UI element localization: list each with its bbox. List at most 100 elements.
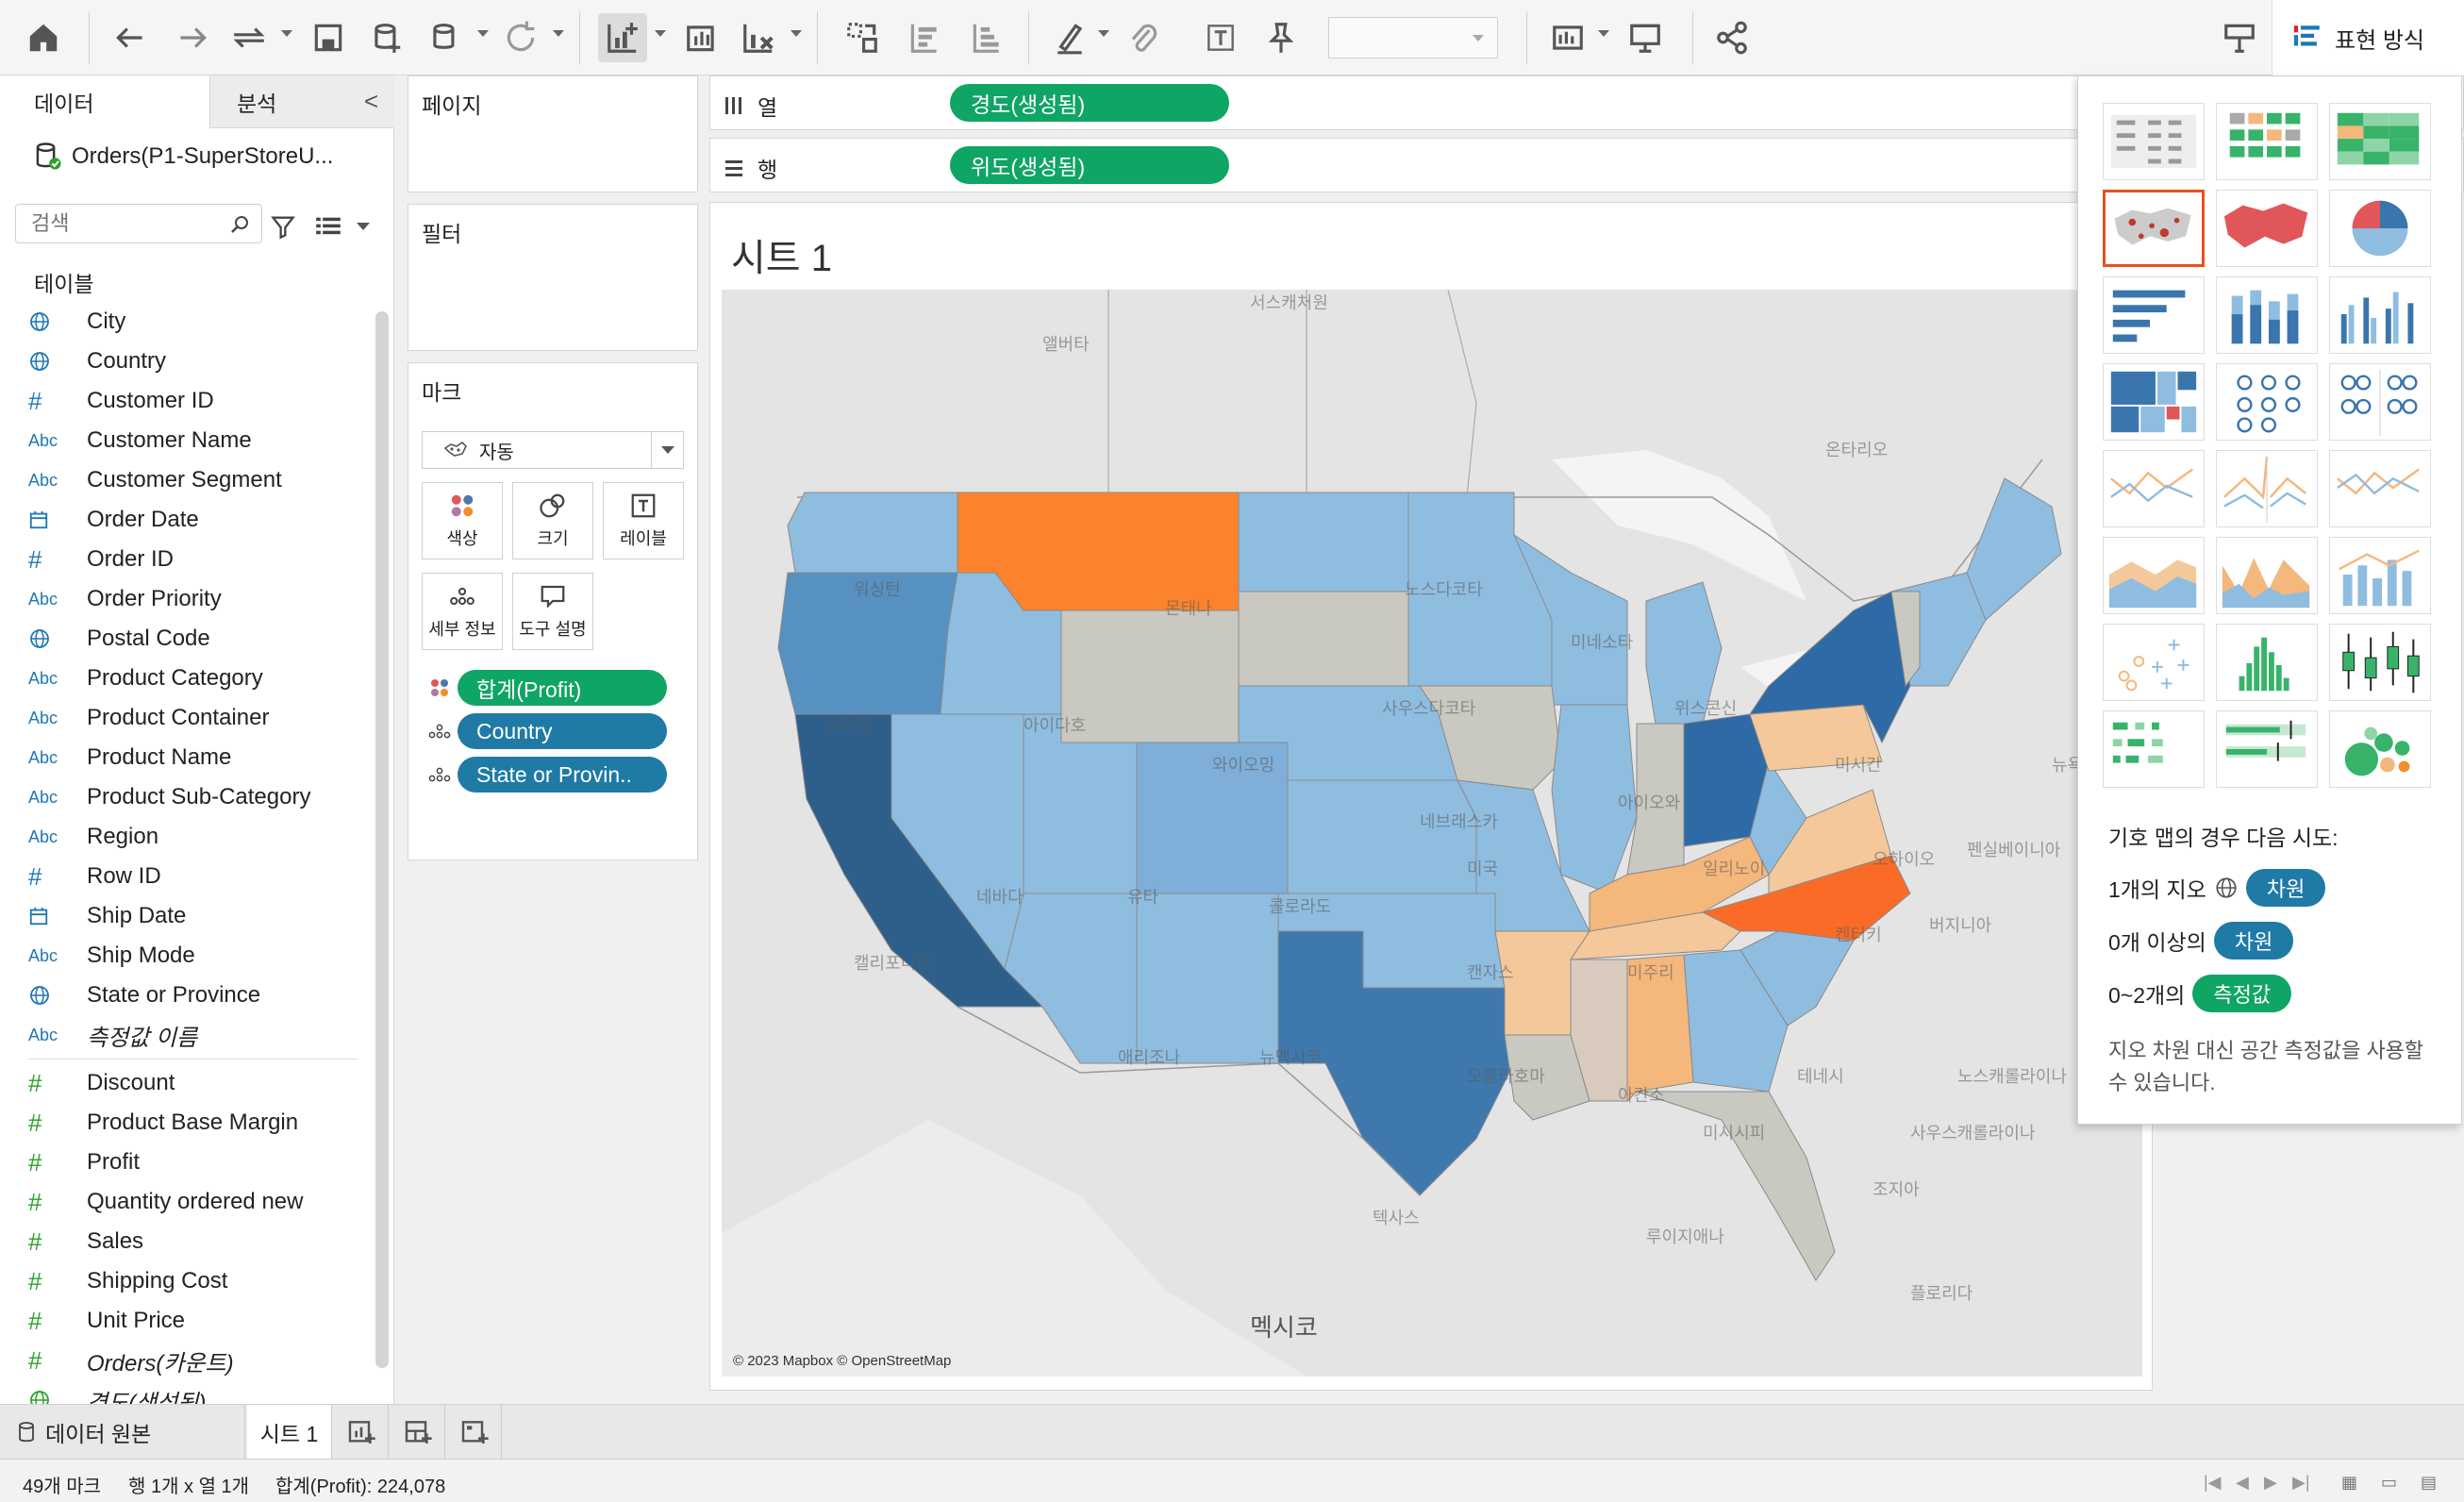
field-item[interactable]: Abc Ship Mode: [28, 936, 358, 976]
field-item[interactable]: Abc Product Container: [28, 698, 358, 738]
tooltip-button[interactable]: 도구 설명: [512, 573, 593, 650]
field-item[interactable]: Abc Order Priority: [28, 579, 358, 619]
field-item[interactable]: Abc Product Category: [28, 659, 358, 698]
chart-type-line-continuous[interactable]: [2216, 450, 2318, 527]
data-pane-scrollbar[interactable]: [375, 311, 389, 1368]
refresh-icon[interactable]: [496, 13, 545, 62]
field-item[interactable]: # Discount: [28, 1063, 358, 1103]
sheet-title[interactable]: 시트 1: [731, 227, 832, 282]
pill-state[interactable]: State or Provin..: [458, 757, 667, 793]
next-sheet-icon[interactable]: ▶: [2264, 1473, 2277, 1493]
label-button[interactable]: 레이블: [603, 482, 684, 559]
sort-ascending-icon[interactable]: [900, 13, 949, 62]
view-dropdown-icon[interactable]: [357, 223, 370, 230]
highlight-icon[interactable]: [1045, 13, 1094, 62]
clear-sheet-icon[interactable]: [734, 13, 783, 62]
last-sheet-icon[interactable]: ▶|: [2292, 1473, 2310, 1493]
tab-data[interactable]: 데이터: [0, 75, 209, 128]
show-cards-icon[interactable]: [1543, 13, 1592, 62]
sheet-sorter-icon[interactable]: ▦: [2341, 1473, 2357, 1493]
detail-button[interactable]: 세부 정보: [422, 573, 503, 650]
chart-type-stacked-bar[interactable]: [2216, 276, 2318, 354]
redo-icon[interactable]: [168, 13, 217, 62]
field-item[interactable]: Abc 측정값 이름: [28, 1015, 358, 1055]
size-button[interactable]: 크기: [512, 482, 593, 559]
search-input[interactable]: [15, 204, 262, 243]
map-view[interactable]: 서스캐처원앨버타퀘벡온타리오워싱턴몬태나노스다코타미네소타오리건아이다호사우스다…: [722, 290, 2142, 1377]
chart-type-pie-chart[interactable]: [2329, 190, 2431, 267]
pill-latitude[interactable]: 위도(생성됨): [950, 146, 1229, 184]
chart-type-highlight-table[interactable]: [2329, 103, 2431, 180]
first-sheet-icon[interactable]: |◀: [2204, 1473, 2222, 1493]
replace-icon[interactable]: [225, 13, 274, 62]
undo-icon[interactable]: [106, 13, 155, 62]
tabs-view-icon[interactable]: ▤: [2421, 1473, 2437, 1493]
field-item[interactable]: # Sales: [28, 1222, 358, 1261]
field-item[interactable]: # Customer ID: [28, 381, 358, 421]
mark-type-dropdown-icon[interactable]: [651, 432, 683, 468]
marks-pill-profit[interactable]: 합계(Profit): [422, 669, 667, 707]
presentation-mode-icon[interactable]: [1621, 13, 1670, 62]
datasource-dropdown-icon[interactable]: [477, 30, 489, 37]
chart-type-bullet-graph[interactable]: [2216, 710, 2318, 788]
chart-type-packed-bubbles[interactable]: [2329, 710, 2431, 788]
highlight-dropdown-icon[interactable]: [1098, 30, 1109, 37]
field-item[interactable]: # Order ID: [28, 540, 358, 579]
chart-type-area-continuous[interactable]: [2103, 537, 2205, 614]
filter-icon[interactable]: [270, 213, 296, 240]
fit-select[interactable]: [1328, 17, 1498, 58]
show-mark-labels-icon[interactable]: [1196, 13, 1245, 62]
show-me-button[interactable]: 표현 방식: [2272, 0, 2464, 75]
tab-sheet-1[interactable]: 시트 1: [247, 1405, 332, 1460]
new-worksheet-tab-button[interactable]: [334, 1405, 389, 1460]
sort-descending-icon[interactable]: [962, 13, 1011, 62]
field-item[interactable]: # Profit: [28, 1143, 358, 1182]
chart-type-gantt-chart[interactable]: [2103, 710, 2205, 788]
new-worksheet-icon[interactable]: [598, 13, 647, 62]
new-datasource-icon[interactable]: [362, 13, 411, 62]
share-icon[interactable]: [1707, 13, 1756, 62]
field-item[interactable]: # Orders(카운트): [28, 1341, 358, 1380]
replace-dropdown-icon[interactable]: [281, 30, 292, 37]
home-icon[interactable]: [19, 13, 68, 62]
field-item[interactable]: State or Province: [28, 976, 358, 1015]
chart-type-circle-view[interactable]: [2216, 363, 2318, 441]
pin-axes-icon[interactable]: [1257, 13, 1306, 62]
save-icon[interactable]: [304, 13, 353, 62]
group-members-icon[interactable]: [1119, 13, 1168, 62]
pause-update-icon[interactable]: [421, 13, 470, 62]
chart-type-text-table[interactable]: [2103, 103, 2205, 180]
tooltip-pointer-icon[interactable]: [2215, 13, 2264, 62]
field-item[interactable]: Country: [28, 342, 358, 381]
show-cards-dropdown-icon[interactable]: [1598, 30, 1609, 37]
field-item[interactable]: Abc Product Sub-Category: [28, 777, 358, 817]
field-item[interactable]: City: [28, 302, 358, 342]
chart-type-box-plot[interactable]: [2329, 624, 2431, 701]
filmstrip-icon[interactable]: ▭: [2381, 1473, 2397, 1493]
chart-type-treemap[interactable]: [2103, 363, 2205, 441]
duplicate-sheet-icon[interactable]: [677, 13, 726, 62]
field-item[interactable]: Order Date: [28, 500, 358, 540]
new-worksheet-dropdown-icon[interactable]: [655, 30, 666, 37]
chart-type-line-discrete[interactable]: [2103, 450, 2205, 527]
swap-icon[interactable]: [838, 13, 887, 62]
list-view-icon[interactable]: [315, 215, 341, 238]
pages-card[interactable]: 페이지: [408, 75, 698, 192]
field-item[interactable]: Abc Customer Name: [28, 421, 358, 460]
tab-data-source[interactable]: 데이터 원본: [0, 1405, 245, 1460]
field-item[interactable]: # Product Base Margin: [28, 1103, 358, 1143]
field-item[interactable]: Abc Customer Segment: [28, 460, 358, 500]
field-item[interactable]: # Quantity ordered new: [28, 1182, 358, 1222]
pill-longitude[interactable]: 경도(생성됨): [950, 84, 1229, 122]
chart-type-side-by-side-bar[interactable]: [2329, 276, 2431, 354]
field-item[interactable]: # Row ID: [28, 857, 358, 896]
previous-sheet-icon[interactable]: ◀: [2236, 1473, 2249, 1493]
filters-card[interactable]: 필터: [408, 204, 698, 351]
color-button[interactable]: 색상: [422, 482, 503, 559]
chart-type-side-by-side-circle[interactable]: [2329, 363, 2431, 441]
field-item[interactable]: Abc Region: [28, 817, 358, 857]
chart-type-filled-map[interactable]: [2216, 190, 2318, 267]
chart-type-dual-combination[interactable]: [2329, 537, 2431, 614]
marks-pill-country[interactable]: Country: [422, 712, 667, 750]
field-item[interactable]: # Shipping Cost: [28, 1261, 358, 1301]
